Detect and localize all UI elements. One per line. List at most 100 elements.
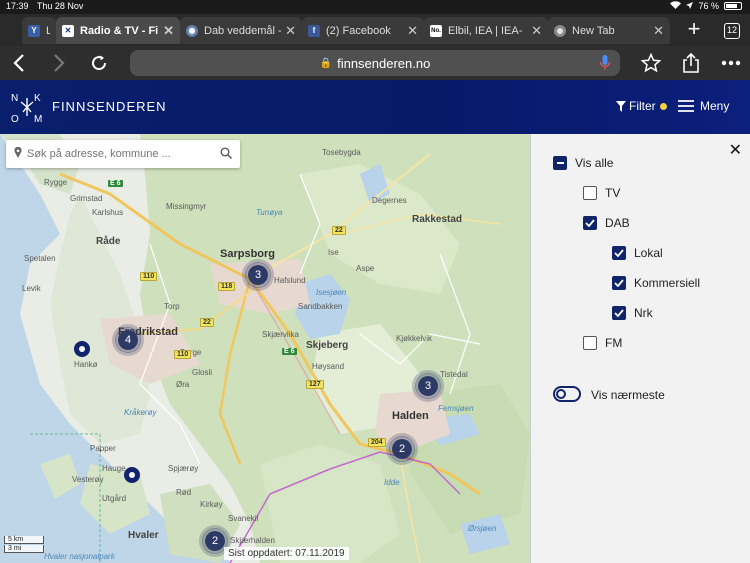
transmitter-cluster[interactable]: 3 [415, 373, 441, 399]
place-label: Skjeberg [306, 340, 349, 351]
option-dab[interactable]: DAB [583, 216, 630, 230]
place-label: Isesjøen [316, 288, 347, 297]
url-text: finnsenderen.no [337, 55, 431, 71]
tab-label: (2) Facebook [326, 24, 391, 37]
close-tab-icon[interactable]: ✕ [653, 23, 664, 39]
scale-mi: 3 mi [4, 545, 44, 553]
nearest-toggle-label: Vis nærmeste [591, 388, 665, 402]
svg-text:N: N [11, 93, 18, 104]
tab-favicon: Y [28, 24, 40, 37]
tab-4[interactable]: f (2) Facebook ✕ [302, 17, 424, 44]
checkmark-icon [585, 219, 595, 227]
place-label: Kråkerøy [124, 408, 157, 417]
bookmark-button[interactable] [638, 50, 664, 76]
back-button[interactable] [6, 50, 32, 76]
place-label: Levik [22, 284, 41, 293]
option-tv[interactable]: TV [583, 186, 620, 200]
share-button[interactable] [678, 50, 704, 76]
last-updated: Sist oppdatert: 07.11.2019 [224, 547, 349, 560]
option-label: Kommersiell [634, 276, 701, 290]
option-label: TV [605, 186, 621, 200]
location-pin-icon [14, 146, 22, 161]
search-icon[interactable] [220, 146, 233, 162]
tab-favicon: ✕ [62, 24, 74, 37]
place-label: Glosli [192, 368, 213, 377]
checkmark-icon [614, 249, 624, 257]
checkbox[interactable] [583, 216, 597, 230]
checkbox[interactable] [583, 186, 597, 200]
toggle-knob [556, 389, 566, 399]
place-label: Spetalen [24, 254, 56, 263]
star-icon [641, 53, 661, 73]
site-brand[interactable]: FINNSENDEREN [52, 99, 167, 114]
tab-count-button[interactable]: 12 [724, 23, 740, 39]
transmitter-cluster[interactable]: 3 [245, 262, 271, 288]
filter-panel: ✕ Vis alle TV DAB Lokal Kommersiell Nrk … [530, 134, 750, 563]
tab-6[interactable]: ◍ New Tab ✕ [548, 17, 670, 44]
option-vis-alle[interactable]: Vis alle [553, 156, 613, 170]
reload-button[interactable] [86, 50, 112, 76]
option-fm[interactable]: FM [583, 336, 622, 350]
menu-button[interactable]: Meny [678, 99, 729, 113]
nearest-toggle[interactable] [553, 386, 581, 402]
transmitter-cluster[interactable]: 4 [115, 327, 141, 353]
svg-text:O: O [11, 114, 19, 124]
status-date: Thu 28 Nov [36, 1, 84, 11]
wifi-icon [670, 1, 682, 11]
checkbox[interactable] [553, 156, 567, 170]
close-tab-icon[interactable]: ✕ [531, 23, 542, 39]
place-label: Missingmyr [166, 202, 207, 211]
site-header: N K O M FINNSENDEREN Filter Meny [0, 80, 750, 134]
browser-window: 17:39 Thu 28 Nov 76 % Y Ly ✕ Radio & TV … [0, 0, 750, 563]
battery-percent: 76 % [698, 1, 719, 11]
map-view[interactable]: Sarpsborg Fredrikstad Halden Skjeberg Ra… [0, 134, 530, 563]
address-bar[interactable]: 🔒 finnsenderen.no [130, 50, 620, 76]
tab-2[interactable]: ✕ Radio & TV - Fi ✕ [56, 17, 180, 44]
place-label: Tosebygda [322, 148, 361, 157]
place-label: Svanekil [228, 514, 259, 523]
option-label: DAB [605, 216, 630, 230]
close-panel-icon[interactable]: ✕ [729, 140, 742, 160]
place-label: Øra [176, 380, 190, 389]
checkbox[interactable] [583, 336, 597, 350]
tab-5[interactable]: No. Elbil, IEA | IEA- ✕ [424, 17, 548, 44]
nkom-logo[interactable]: N K O M [10, 90, 44, 125]
map-scale: 5 km 3 mi [4, 536, 44, 554]
option-lokal[interactable]: Lokal [612, 246, 663, 260]
road-sign: E 6 [282, 348, 297, 355]
place-label: Utgård [102, 494, 127, 503]
tab-favicon: No. [430, 24, 442, 37]
place-label: Spjærøy [168, 464, 199, 473]
forward-button[interactable] [46, 50, 72, 76]
transmitter-marker[interactable] [124, 467, 140, 483]
checkbox[interactable] [612, 306, 626, 320]
close-tab-icon[interactable]: ✕ [407, 23, 418, 39]
filter-label: Filter [629, 99, 656, 113]
chevron-right-icon [54, 54, 65, 72]
place-label: Papper [90, 444, 116, 453]
close-tab-icon[interactable]: ✕ [163, 23, 174, 39]
place-label: Hafslund [274, 276, 306, 285]
search-input[interactable] [27, 148, 220, 160]
microphone-icon[interactable] [599, 55, 611, 74]
tab-1[interactable]: Y Ly [22, 17, 56, 44]
filter-button[interactable]: Filter [616, 99, 667, 113]
place-label: Idde [384, 478, 400, 487]
new-tab-button[interactable]: + [682, 18, 706, 42]
checkbox[interactable] [612, 246, 626, 260]
close-tab-icon[interactable]: ✕ [285, 23, 296, 39]
option-nrk[interactable]: Nrk [612, 306, 653, 320]
transmitter-cluster[interactable]: 2 [389, 436, 415, 462]
tab-label: New Tab [572, 24, 615, 37]
place-label: Hankø [74, 360, 98, 369]
transmitter-marker[interactable] [74, 341, 90, 357]
tab-3[interactable]: ◉ Dab veddemål - ✕ [180, 17, 302, 44]
address-search[interactable] [6, 140, 240, 168]
checkbox[interactable] [612, 276, 626, 290]
place-label: Ise [328, 248, 339, 257]
place-label: Karlshus [92, 208, 124, 217]
more-button[interactable] [718, 50, 744, 76]
status-time: 17:39 [6, 1, 29, 11]
option-kommersiell[interactable]: Kommersiell [612, 276, 700, 290]
place-label: Rygge [44, 178, 68, 187]
